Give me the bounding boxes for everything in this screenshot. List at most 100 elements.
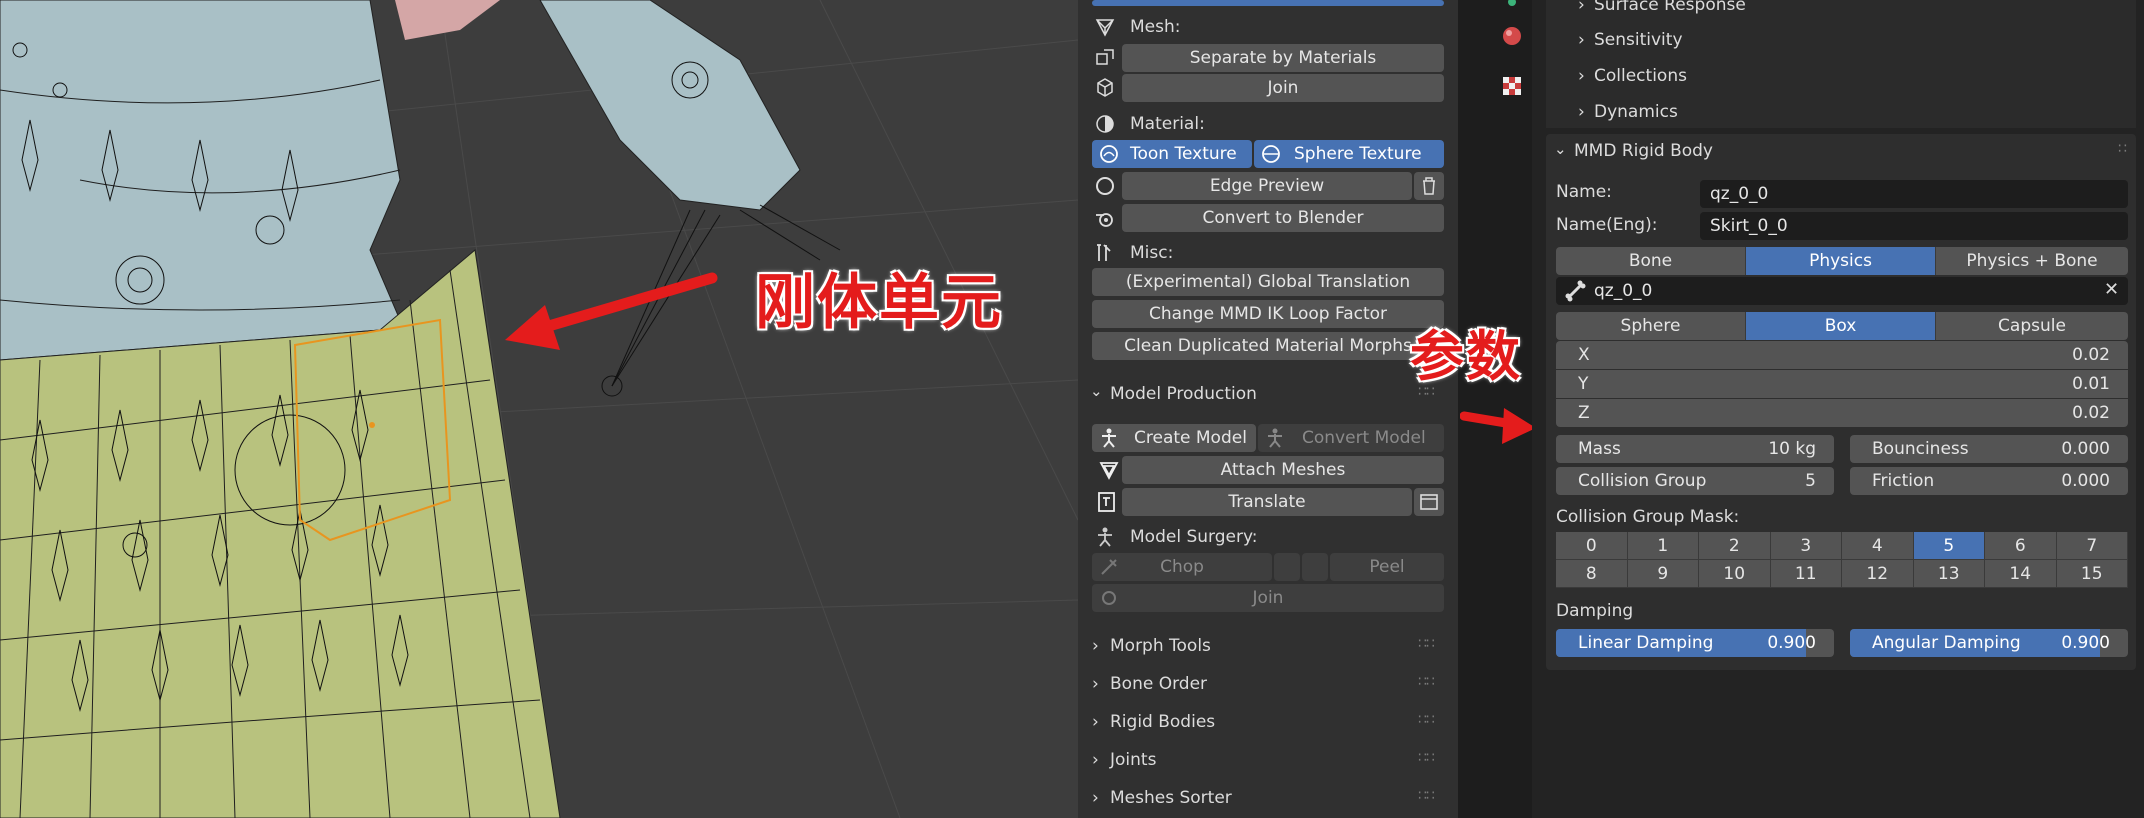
size-y-field[interactable]: Y 0.01: [1556, 370, 2128, 398]
tools-icon: [1097, 244, 1111, 261]
chop-window-button[interactable]: [1274, 553, 1300, 581]
panel-grip[interactable]: ∷∷: [1418, 674, 1435, 690]
viewport-scene: [0, 0, 1078, 818]
collision-mask-cell-2[interactable]: 2: [1699, 532, 1771, 560]
join-button[interactable]: Join: [1122, 74, 1444, 102]
clear-bone-icon[interactable]: ✕: [2104, 279, 2119, 300]
collision-mask-cell-4[interactable]: 4: [1842, 532, 1914, 560]
joints-header[interactable]: Joints: [1110, 750, 1156, 770]
type-tab-physics[interactable]: Physics: [1746, 247, 1936, 275]
mass-field[interactable]: Mass 10 kg: [1556, 435, 1834, 463]
texture-tab-icon[interactable]: [1500, 74, 1524, 98]
panel-grip[interactable]: ∷: [2118, 141, 2127, 157]
panel-grip[interactable]: ∷∷: [1418, 712, 1435, 728]
size-z-field[interactable]: Z 0.02: [1556, 399, 2128, 427]
sensitivity-header[interactable]: Sensitivity: [1594, 30, 1683, 50]
collision-mask-cell-11[interactable]: 11: [1770, 560, 1842, 588]
model-production-chevron[interactable]: ⌄: [1090, 382, 1103, 400]
collision-mask-cell-6[interactable]: 6: [1985, 532, 2057, 560]
collision-group-field[interactable]: Collision Group 5: [1556, 467, 1834, 495]
collision-mask-cell-13[interactable]: 13: [1913, 560, 1985, 588]
separate-by-materials-button[interactable]: Separate by Materials: [1122, 44, 1444, 72]
surgery-join-label: Join: [1252, 588, 1284, 608]
peel-extra-button[interactable]: [1302, 553, 1328, 581]
3d-viewport[interactable]: 刚体单元: [0, 0, 1078, 818]
window-icon: [1420, 494, 1438, 510]
shape-tab-box[interactable]: Box: [1746, 312, 1936, 340]
name-eng-label: Name(Eng):: [1556, 215, 1658, 235]
type-tab-bone[interactable]: Bone: [1556, 247, 1746, 275]
peel-button[interactable]: Peel: [1330, 553, 1444, 581]
meshes-sorter-chevron[interactable]: ›: [1092, 788, 1099, 808]
angular-damping-slider[interactable]: Angular Damping 0.900: [1850, 629, 2128, 657]
type-tab-physics-bone[interactable]: Physics + Bone: [1936, 247, 2128, 275]
collision-mask-cell-10[interactable]: 10: [1699, 560, 1771, 588]
bone-order-chevron[interactable]: ›: [1092, 674, 1099, 694]
collision-mask-cell-0[interactable]: 0: [1556, 532, 1628, 560]
properties-editor: › Surface Response › Sensitivity › Colle…: [1532, 0, 2144, 818]
translate-window-button[interactable]: [1414, 488, 1444, 516]
top-tab-button[interactable]: [1092, 0, 1444, 6]
collision-mask-cell-9[interactable]: 9: [1627, 560, 1699, 588]
morph-tools-header[interactable]: Morph Tools: [1110, 636, 1211, 656]
collision-group-label: Collision Group: [1578, 471, 1707, 491]
meshes-sorter-header[interactable]: Meshes Sorter: [1110, 788, 1232, 808]
annotation-arrow-left: [505, 305, 560, 350]
friction-field[interactable]: Friction 0.000: [1850, 467, 2128, 495]
collision-mask-cell-1[interactable]: 1: [1627, 532, 1699, 560]
collision-mask-cell-3[interactable]: 3: [1770, 532, 1842, 560]
collision-mask-cell-8[interactable]: 8: [1556, 560, 1628, 588]
name-field[interactable]: qz_0_0: [1700, 180, 2128, 208]
panel-grip[interactable]: ∷∷: [1418, 788, 1435, 804]
sphere-texture-button[interactable]: Sphere Texture: [1254, 140, 1444, 168]
mass-label: Mass: [1578, 439, 1621, 459]
size-x-field[interactable]: X 0.02: [1556, 341, 2128, 369]
collision-mask-cell-7[interactable]: 7: [2056, 532, 2128, 560]
collision-mask-cell-12[interactable]: 12: [1842, 560, 1914, 588]
surgery-join-button[interactable]: Join: [1092, 584, 1444, 612]
model-production-header[interactable]: Model Production: [1110, 384, 1257, 404]
surface-response-chevron[interactable]: ›: [1578, 0, 1585, 15]
dynamics-header[interactable]: Dynamics: [1594, 102, 1678, 122]
name-eng-field[interactable]: Skirt_0_0: [1700, 212, 2128, 240]
create-model-label: Create Model: [1134, 428, 1247, 448]
rigid-bodies-header[interactable]: Rigid Bodies: [1110, 712, 1215, 732]
material-tab-icon[interactable]: [1500, 24, 1524, 48]
global-translation-button[interactable]: (Experimental) Global Translation: [1092, 268, 1444, 296]
annotation-arrow-right: [1460, 408, 1536, 444]
physics-tab-icon[interactable]: [1502, 0, 1522, 8]
morph-tools-chevron[interactable]: ›: [1092, 636, 1099, 656]
collision-mask-cell-15[interactable]: 15: [2056, 560, 2128, 588]
attach-meshes-button[interactable]: Attach Meshes: [1122, 456, 1444, 484]
convert-model-label: Convert Model: [1302, 428, 1426, 448]
surface-response-header[interactable]: Surface Response: [1594, 0, 1746, 15]
bone-order-header[interactable]: Bone Order: [1110, 674, 1207, 694]
edge-preview-button[interactable]: Edge Preview: [1122, 172, 1412, 200]
rigid-body-panel-title[interactable]: MMD Rigid Body: [1574, 141, 1713, 161]
toon-texture-label: Toon Texture: [1130, 144, 1237, 164]
shape-tab-sphere[interactable]: Sphere: [1556, 312, 1746, 340]
collision-mask-cell-5[interactable]: 5: [1913, 532, 1985, 560]
join-surgery-icon: [1102, 591, 1116, 605]
shape-tab-capsule[interactable]: Capsule: [1936, 312, 2128, 340]
edge-preview-delete-button[interactable]: [1414, 172, 1444, 200]
panel-grip[interactable]: ∷∷: [1418, 750, 1435, 766]
collections-chevron[interactable]: ›: [1578, 66, 1585, 86]
bone-field[interactable]: qz_0_0: [1556, 277, 2128, 305]
chop-icon: [1101, 559, 1117, 575]
panel-grip[interactable]: ∷∷: [1418, 636, 1435, 652]
rigid-bodies-chevron[interactable]: ›: [1092, 712, 1099, 732]
bounciness-field[interactable]: Bounciness 0.000: [1850, 435, 2128, 463]
change-ik-loop-button[interactable]: Change MMD IK Loop Factor: [1092, 300, 1444, 328]
convert-to-blender-button[interactable]: Convert to Blender: [1122, 204, 1444, 232]
clean-morphs-button[interactable]: Clean Duplicated Material Morphs: [1092, 332, 1444, 360]
separate-icon: [1096, 49, 1114, 65]
collections-header[interactable]: Collections: [1594, 66, 1687, 86]
rigid-body-chevron[interactable]: ⌄: [1554, 140, 1567, 158]
joints-chevron[interactable]: ›: [1092, 750, 1099, 770]
dynamics-chevron[interactable]: ›: [1578, 102, 1585, 122]
collision-mask-cell-14[interactable]: 14: [1985, 560, 2057, 588]
linear-damping-slider[interactable]: Linear Damping 0.900: [1556, 629, 1834, 657]
sensitivity-chevron[interactable]: ›: [1578, 30, 1585, 50]
translate-button[interactable]: Translate: [1122, 488, 1412, 516]
